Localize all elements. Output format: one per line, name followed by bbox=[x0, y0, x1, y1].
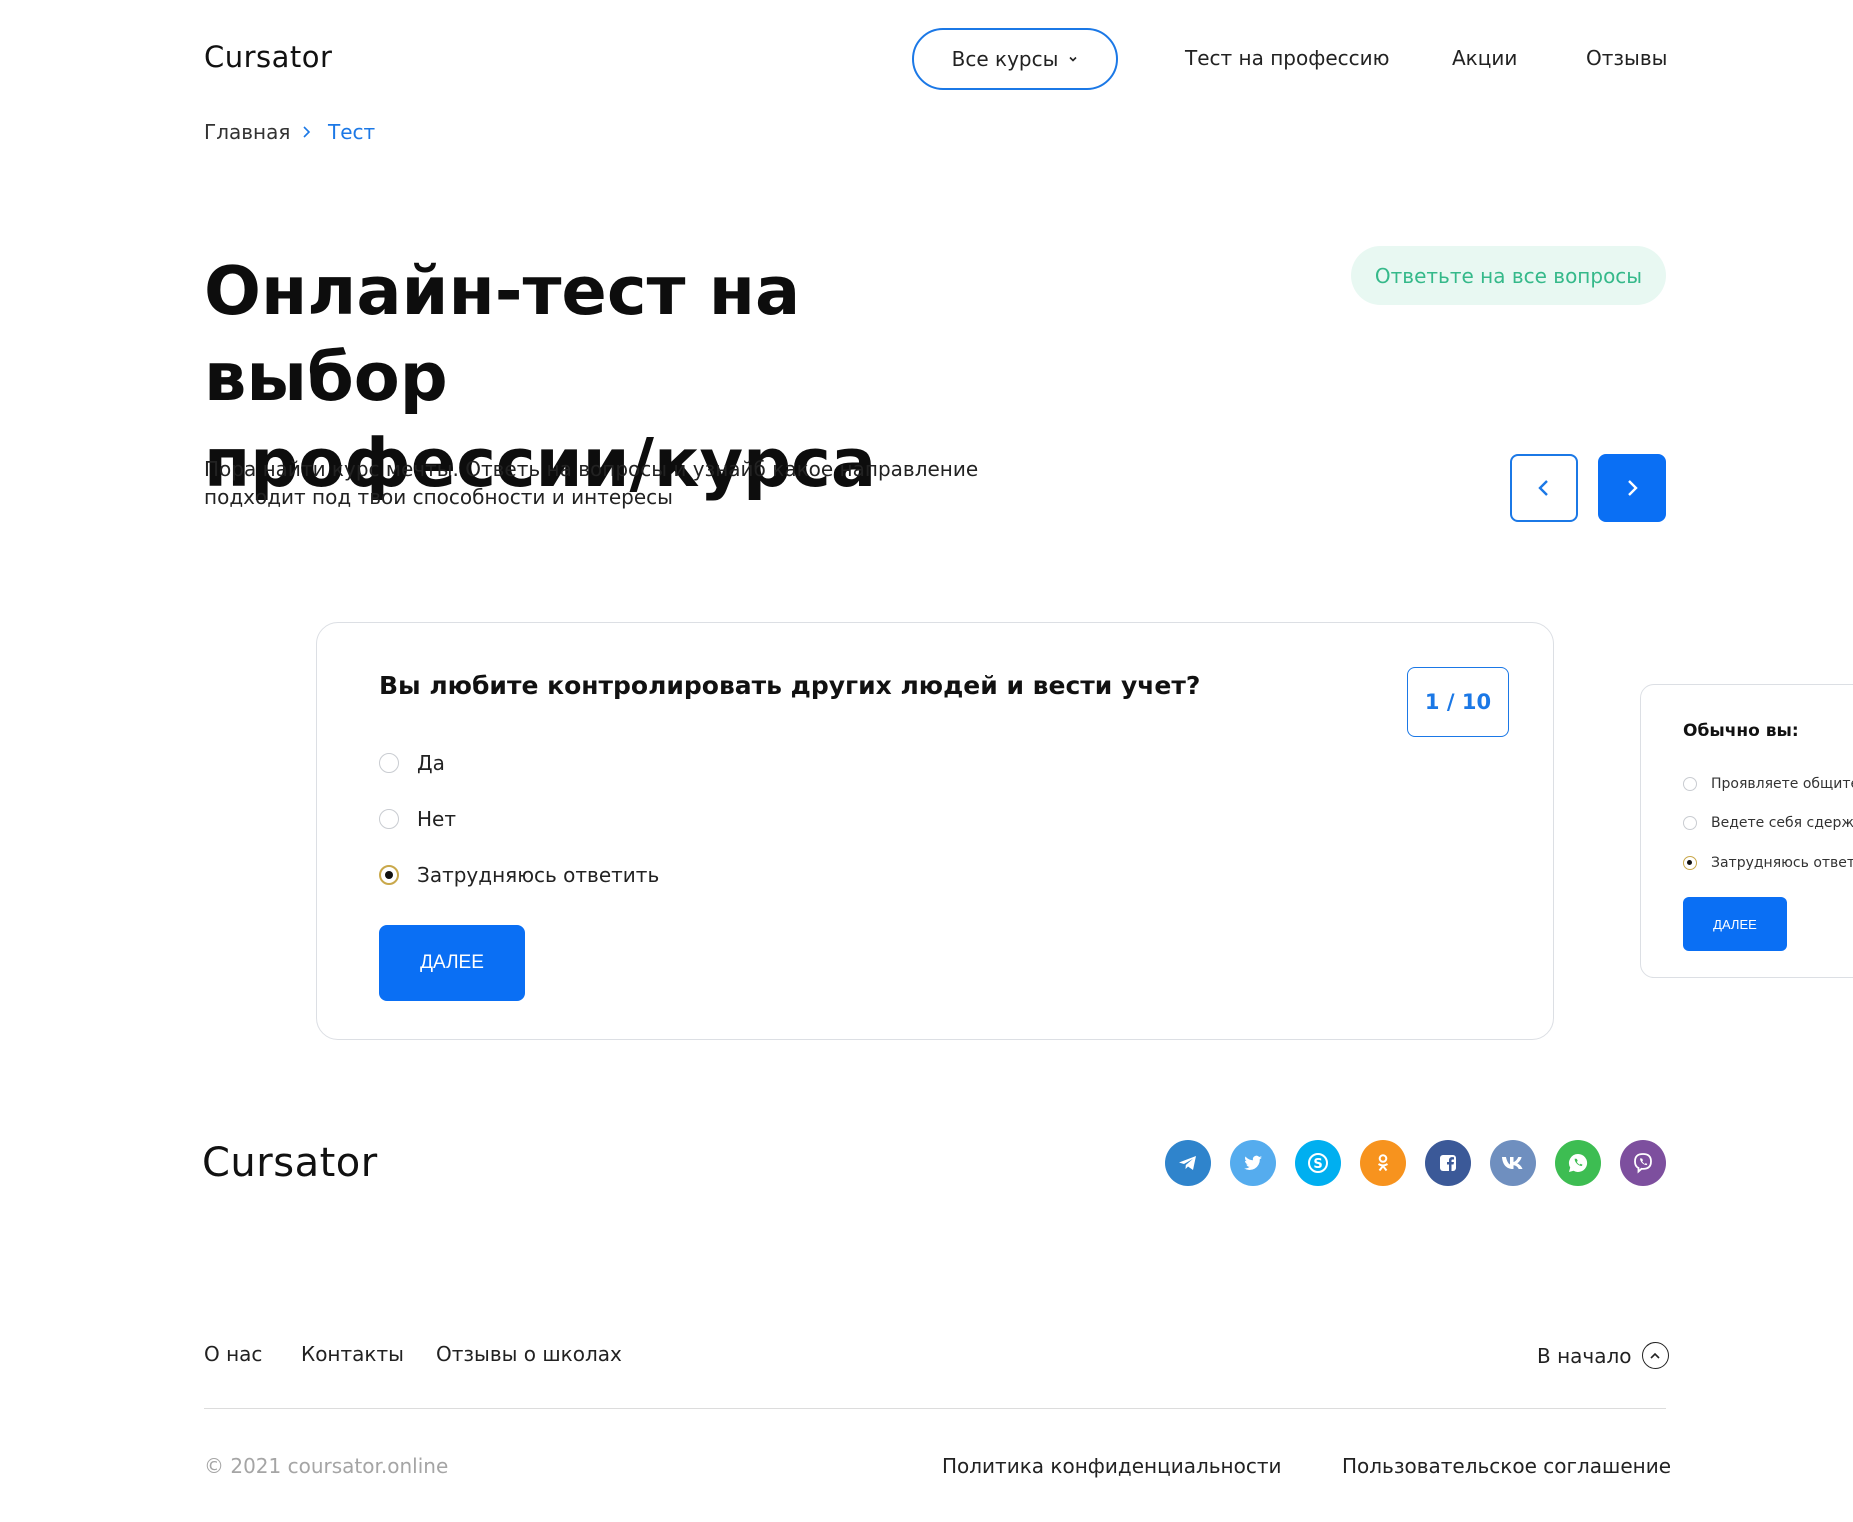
whatsapp-icon[interactable] bbox=[1555, 1140, 1601, 1186]
answer-option-yes[interactable]: Да bbox=[379, 751, 445, 775]
radio-button-checked[interactable] bbox=[379, 865, 399, 885]
chevron-down-icon bbox=[1069, 56, 1077, 62]
answer-label: Нет bbox=[417, 807, 456, 831]
answer-option[interactable]: Ведете себя сдержа bbox=[1683, 815, 1853, 831]
answer-option-unsure[interactable]: Затрудняюсь ответить bbox=[379, 863, 659, 887]
radio-button[interactable] bbox=[379, 753, 399, 773]
quiz-question: Обычно вы: bbox=[1683, 721, 1799, 741]
svg-text:S: S bbox=[1313, 1157, 1322, 1172]
answer-option[interactable]: Затрудняюсь ответи bbox=[1683, 855, 1853, 871]
answer-label: Затрудняюсь ответить bbox=[417, 863, 660, 887]
nav-link-profession-test[interactable]: Тест на профессию bbox=[1185, 46, 1389, 70]
next-button[interactable]: ДАЛЕЕ bbox=[379, 925, 525, 1001]
quiz-question: Вы любите контролировать других людей и … bbox=[379, 671, 1201, 700]
answer-label: Проявляете общите bbox=[1711, 776, 1853, 792]
answer-label: Да bbox=[417, 751, 445, 775]
chevron-right-icon bbox=[303, 126, 311, 138]
footer-logo[interactable]: Cursator bbox=[202, 1140, 378, 1186]
logo[interactable]: Cursator bbox=[204, 40, 332, 74]
skype-icon[interactable]: S bbox=[1295, 1140, 1341, 1186]
radio-button[interactable] bbox=[1683, 777, 1697, 791]
status-badge: Ответьте на все вопросы bbox=[1351, 246, 1666, 305]
answer-option[interactable]: Проявляете общите bbox=[1683, 776, 1853, 792]
page-subtitle: Пора найти курс мечты. Ответь на вопросы… bbox=[204, 455, 1004, 511]
privacy-policy-link[interactable]: Политика конфиденциальности bbox=[942, 1454, 1282, 1478]
quiz-card-next: Обычно вы: Проявляете общите Ведете себя… bbox=[1640, 684, 1853, 978]
all-courses-button[interactable]: Все курсы bbox=[912, 28, 1118, 90]
page-title-line-1: Онлайн-тест на выбор bbox=[204, 252, 801, 416]
viber-icon[interactable] bbox=[1620, 1140, 1666, 1186]
twitter-icon[interactable] bbox=[1230, 1140, 1276, 1186]
footer-link-school-reviews[interactable]: Отзывы о школах bbox=[436, 1342, 622, 1366]
telegram-icon[interactable] bbox=[1165, 1140, 1211, 1186]
next-button[interactable]: ДАЛЕЕ bbox=[1683, 897, 1787, 951]
footer-link-about[interactable]: О нас bbox=[204, 1342, 262, 1366]
copyright-text: © 2021 coursator.online bbox=[204, 1454, 449, 1478]
nav-link-promotions[interactable]: Акции bbox=[1452, 46, 1517, 70]
all-courses-label: Все курсы bbox=[951, 47, 1059, 71]
back-to-top-label: В начало bbox=[1537, 1343, 1632, 1368]
footer-divider bbox=[204, 1408, 1666, 1409]
radio-button-checked[interactable] bbox=[1683, 856, 1697, 870]
radio-button[interactable] bbox=[379, 809, 399, 829]
answer-option-no[interactable]: Нет bbox=[379, 807, 456, 831]
radio-button[interactable] bbox=[1683, 816, 1697, 830]
nav-link-reviews[interactable]: Отзывы bbox=[1586, 46, 1667, 70]
answer-label: Ведете себя сдержа bbox=[1711, 815, 1853, 831]
breadcrumb-current: Тест bbox=[328, 120, 376, 144]
answer-label: Затрудняюсь ответи bbox=[1711, 855, 1853, 871]
chevron-right-icon bbox=[1628, 480, 1638, 496]
chevron-left-icon bbox=[1538, 480, 1548, 496]
subtitle-line-1: Пора найти курс мечты. Ответь на вопросы… bbox=[204, 457, 979, 481]
user-agreement-link[interactable]: Пользовательское соглашение bbox=[1342, 1454, 1671, 1478]
vk-icon[interactable] bbox=[1490, 1140, 1536, 1186]
question-counter: 1 / 10 bbox=[1407, 667, 1509, 737]
footer-link-contacts[interactable]: Контакты bbox=[301, 1342, 404, 1366]
subtitle-line-2: подходит под твои способности и интересы bbox=[204, 485, 673, 509]
next-question-button[interactable] bbox=[1598, 454, 1666, 522]
quiz-card: Вы любите контролировать других людей и … bbox=[316, 622, 1554, 1040]
breadcrumb-home[interactable]: Главная bbox=[204, 120, 290, 144]
odnoklassniki-icon[interactable] bbox=[1360, 1140, 1406, 1186]
prev-question-button[interactable] bbox=[1510, 454, 1578, 522]
facebook-icon[interactable] bbox=[1425, 1140, 1471, 1186]
chevron-up-icon bbox=[1641, 1342, 1669, 1369]
back-to-top-button[interactable]: В начало bbox=[1537, 1342, 1669, 1369]
